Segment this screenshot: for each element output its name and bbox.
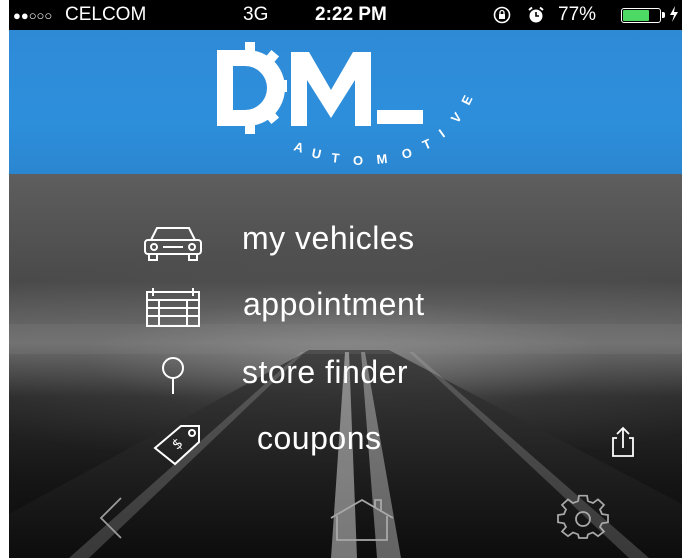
- calendar-icon: [146, 288, 200, 327]
- menu-label-store-finder: store finder: [242, 354, 409, 390]
- svg-text:I: I: [436, 126, 448, 140]
- status-time: 2:22 PM: [315, 4, 387, 25]
- carrier-name: CELCOM: [65, 4, 147, 25]
- menu-item-my-vehicles[interactable]: my vehicles: [9, 214, 682, 270]
- price-tag-icon: $: [153, 425, 200, 466]
- menu-item-appointment[interactable]: appointment: [9, 280, 682, 336]
- battery-icon: [621, 8, 665, 23]
- network-type: 3G: [243, 4, 269, 25]
- battery-percent: 77%: [558, 4, 597, 25]
- share-icon[interactable]: [605, 424, 641, 460]
- menu-label-coupons: coupons: [257, 420, 382, 456]
- menu-label-my-vehicles: my vehicles: [242, 220, 415, 256]
- svg-text:M: M: [376, 151, 388, 167]
- svg-text:A: A: [292, 139, 306, 156]
- charging-icon: [669, 4, 679, 25]
- gear-icon[interactable]: [555, 494, 611, 544]
- svg-text:E: E: [458, 93, 475, 108]
- svg-text:$: $: [169, 435, 186, 453]
- menu-item-store-finder[interactable]: store finder: [9, 348, 682, 404]
- app-screen: ●●○○○ CELCOM 3G 2:22 PM 77% A U T O M O …: [9, 0, 682, 558]
- signal-strength: ●●○○○: [13, 8, 53, 23]
- rotation-lock-icon: [493, 3, 511, 26]
- svg-text:O: O: [353, 153, 363, 168]
- svg-text:T: T: [331, 150, 341, 166]
- svg-text:U: U: [310, 145, 322, 162]
- menu-item-coupons[interactable]: $ coupons: [9, 414, 682, 470]
- home-icon[interactable]: [327, 496, 397, 542]
- header-banner: A U T O M O T I V E: [9, 30, 682, 174]
- dm-automotive-logo: A U T O M O T I V E: [217, 42, 476, 168]
- status-bar: ●●○○○ CELCOM 3G 2:22 PM 77%: [9, 0, 682, 30]
- battery-nub: [662, 12, 665, 18]
- alarm-icon: [527, 3, 545, 26]
- bottom-navigation: [9, 482, 682, 558]
- svg-text:T: T: [420, 136, 433, 153]
- svg-text:V: V: [448, 109, 465, 126]
- svg-text:O: O: [400, 145, 413, 162]
- car-icon: [144, 227, 202, 261]
- battery-fill: [623, 10, 650, 21]
- map-pin-icon: [162, 357, 184, 394]
- back-chevron-icon[interactable]: [95, 494, 127, 542]
- menu-label-appointment: appointment: [243, 286, 425, 322]
